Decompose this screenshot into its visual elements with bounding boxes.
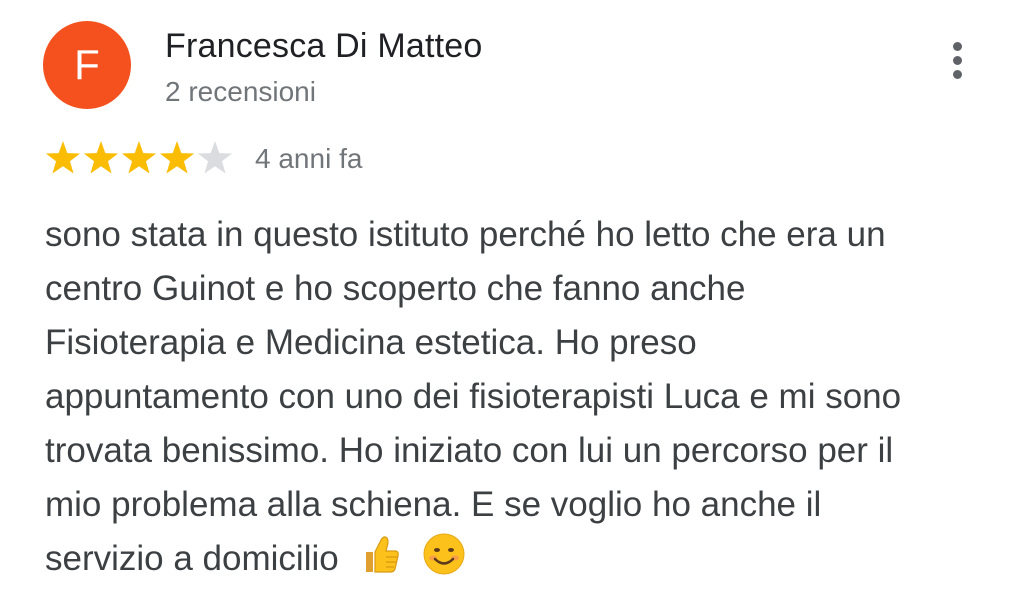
- smiling-face-icon: [423, 533, 465, 575]
- star-filled-icon: [121, 141, 157, 174]
- star-rating: [45, 141, 233, 174]
- author-name[interactable]: Francesca Di Matteo: [165, 26, 482, 66]
- review-date: 4 anni fa: [255, 143, 363, 174]
- star-empty-icon: [197, 141, 233, 174]
- review-body: sono stata in questo istituto perché ho …: [45, 215, 902, 578]
- review-card: F Francesca Di Matteo 2 recensioni 4 ann…: [0, 0, 1024, 615]
- more-options-button[interactable]: [938, 36, 978, 84]
- star-filled-icon: [159, 141, 195, 174]
- avatar[interactable]: F: [43, 21, 131, 109]
- review-count[interactable]: 2 recensioni: [165, 74, 316, 110]
- review-text: sono stata in questo istituto perché ho …: [45, 208, 915, 586]
- star-filled-icon: [83, 141, 119, 174]
- thumbs-up-icon: [366, 536, 400, 573]
- star-filled-icon: [45, 141, 81, 174]
- avatar-letter: F: [74, 41, 100, 88]
